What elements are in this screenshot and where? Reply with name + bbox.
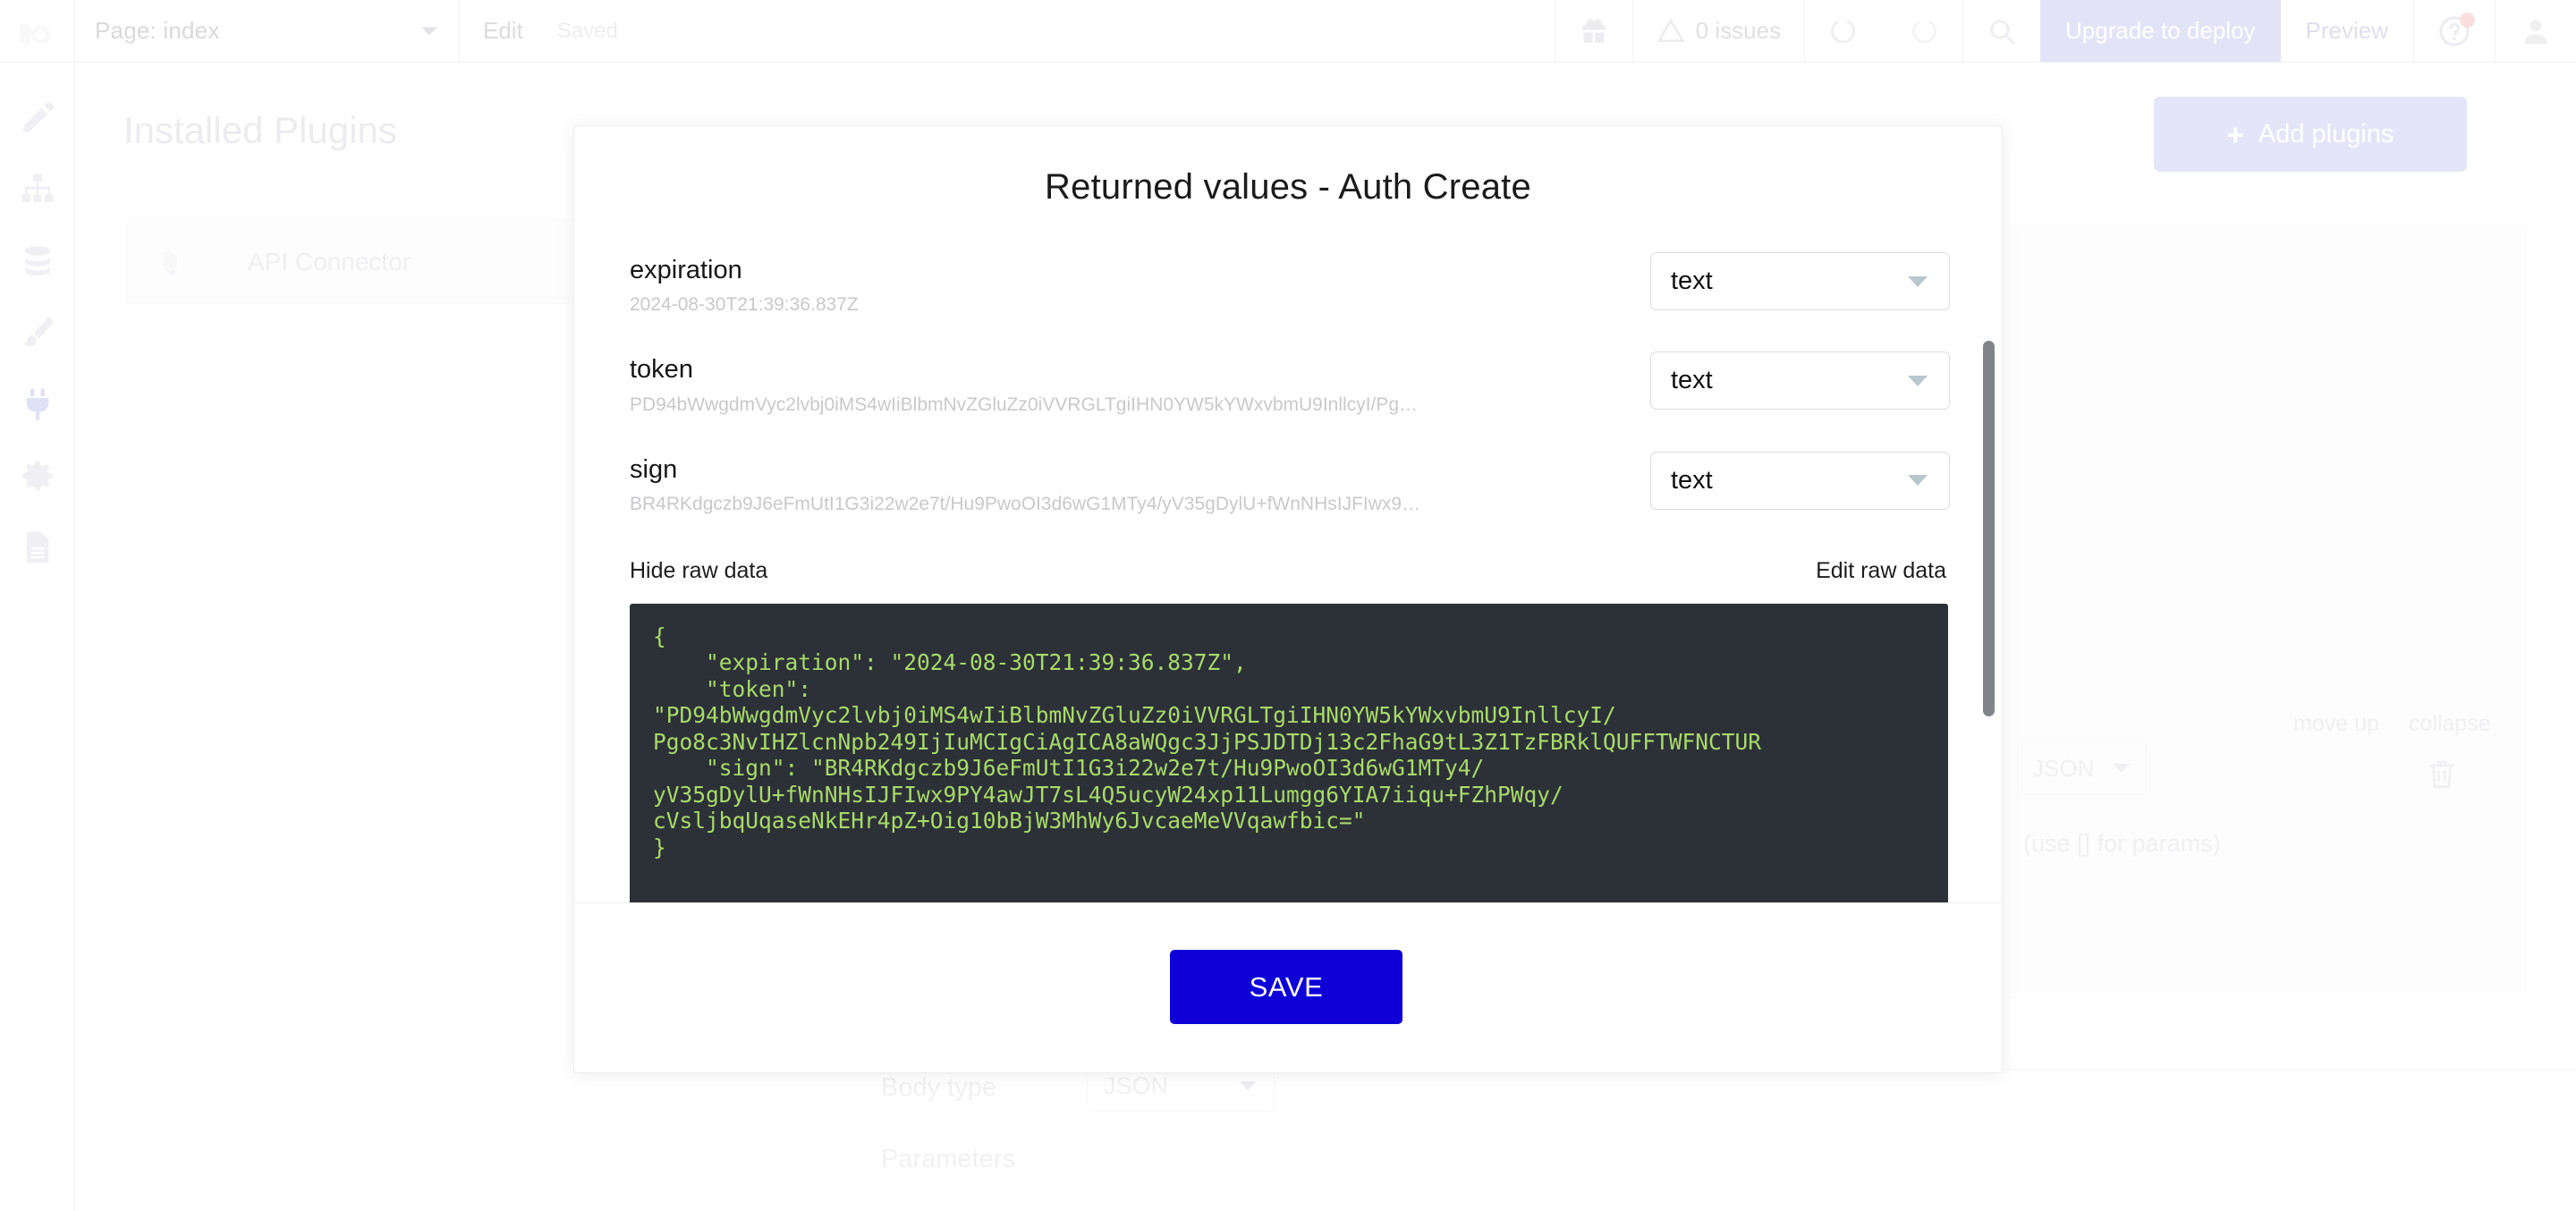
preview-label: Preview — [2305, 17, 2388, 44]
document-icon — [26, 531, 48, 563]
chevron-down-icon — [2114, 764, 2130, 773]
move-up-link[interactable]: move up — [2293, 711, 2379, 737]
returned-value-info: token PD94bWwgdmVyc2lvbj0iMS4wIiBlbmNvZG… — [630, 350, 1650, 415]
paintbrush-icon — [23, 318, 53, 347]
value-type-label: text — [1671, 267, 1713, 295]
plug-icon — [26, 388, 48, 420]
delete-call-button[interactable] — [2424, 756, 2460, 796]
sidebar-item-plugins[interactable] — [0, 368, 75, 440]
returned-value-row: expiration 2024-08-30T21:39:36.837Z text — [630, 250, 1970, 316]
api-call-panel — [2008, 224, 2527, 993]
redo-icon — [1912, 20, 1936, 43]
raw-data-actions: Hide raw data Edit raw data — [574, 549, 2002, 584]
top-bar: Page: index Edit Saved 0 issues Upgrade … — [0, 0, 2576, 63]
user-avatar[interactable] — [2495, 0, 2576, 62]
undo-button[interactable] — [1804, 0, 1884, 62]
bubble-logo-icon[interactable] — [0, 0, 75, 62]
returned-values-modal: Returned values - Auth Create expiration… — [573, 125, 2003, 1073]
sidebar-item-settings[interactable] — [0, 440, 75, 512]
returned-value-info: expiration 2024-08-30T21:39:36.837Z — [630, 250, 1650, 316]
modal-footer: SAVE Cancel — [574, 902, 2002, 1072]
edit-tab[interactable]: Edit — [460, 0, 541, 62]
chevron-down-icon — [1908, 275, 1928, 287]
saved-status: Saved — [541, 0, 634, 62]
returned-value-sample: BR4RKdgczb9J6eFmUtI1G3i22w2e7t/Hu9PwoOI3… — [630, 493, 1426, 514]
saved-status-label: Saved — [556, 18, 618, 43]
search-icon — [1990, 19, 2015, 44]
help-button[interactable] — [2413, 0, 2495, 62]
hierarchy-icon — [21, 174, 53, 202]
body-type-value: JSON — [1104, 1071, 1169, 1099]
hide-raw-data-link[interactable]: Hide raw data — [630, 558, 767, 584]
preview-button[interactable]: Preview — [2281, 0, 2413, 62]
value-type-label: text — [1671, 465, 1713, 495]
params-hint: (use [] for params) — [2023, 830, 2221, 857]
search-button[interactable] — [1962, 0, 2040, 62]
plus-icon: + — [2226, 117, 2244, 151]
modal-body: Returned values - Auth Create expiration… — [574, 126, 2002, 902]
database-icon — [24, 246, 50, 276]
edit-raw-data-link[interactable]: Edit raw data — [1816, 558, 1946, 584]
chevron-down-icon — [421, 27, 437, 35]
chevron-down-icon — [1240, 1081, 1256, 1090]
left-icon-rail — [0, 63, 75, 1211]
sidebar-item-styles[interactable] — [0, 297, 75, 368]
returned-value-row: token PD94bWwgdmVyc2lvbj0iMS4wIiBlbmNvZG… — [630, 350, 1970, 415]
undo-icon — [1831, 20, 1855, 43]
sidebar-item-workflow[interactable] — [0, 154, 75, 225]
sidebar-item-logs[interactable] — [0, 512, 75, 583]
parameters-label: Parameters — [881, 1145, 1015, 1173]
issues-label: 0 issues — [1695, 17, 1782, 44]
gift-button[interactable] — [1554, 0, 1632, 62]
modal-scrollbar[interactable] — [1983, 341, 1995, 716]
value-type-select[interactable]: text — [1650, 351, 1950, 411]
edit-tab-label: Edit — [483, 17, 523, 44]
returned-value-sample: 2024-08-30T21:39:36.837Z — [630, 294, 859, 316]
help-notification-dot — [2460, 13, 2475, 28]
raw-data-code-block: { "expiration": "2024-08-30T21:39:36.837… — [630, 603, 1948, 902]
value-type-label: text — [1671, 366, 1713, 395]
warning-triangle-icon — [1656, 17, 1685, 42]
page-title: Installed Plugins — [123, 109, 397, 151]
issues-button[interactable]: 0 issues — [1631, 0, 1804, 62]
redo-button[interactable] — [1884, 0, 1962, 62]
returned-values-list: expiration 2024-08-30T21:39:36.837Z text… — [574, 250, 2002, 515]
returned-value-info: sign BR4RKdgczb9J6eFmUtI1G3i22w2e7t/Hu9P… — [630, 450, 1650, 515]
body-type-label: Body type — [881, 1073, 996, 1102]
user-avatar-icon — [2524, 19, 2547, 44]
trash-icon — [2429, 760, 2454, 789]
add-plugins-button[interactable]: + Add plugins — [2154, 97, 2467, 172]
plugin-card-label: API Connector — [248, 247, 411, 275]
collapse-link[interactable]: collapse — [2409, 711, 2491, 737]
topbar-actions: 0 issues Upgrade to deploy Preview — [1554, 0, 2576, 62]
page-selector-label: Page: index — [95, 17, 220, 44]
modal-title: Returned values - Auth Create — [1045, 167, 1531, 207]
value-type-select[interactable]: text — [1650, 451, 1950, 510]
response-format-value: JSON — [2032, 754, 2095, 782]
returned-value-key: expiration — [630, 256, 742, 284]
add-plugins-label: Add plugins — [2258, 119, 2394, 148]
page-selector[interactable]: Page: index — [75, 0, 460, 62]
gear-icon — [22, 461, 52, 491]
upgrade-to-deploy-button[interactable]: Upgrade to deploy — [2040, 0, 2281, 62]
value-type-select[interactable]: text — [1650, 252, 1950, 310]
chevron-down-icon — [1908, 375, 1928, 386]
raw-data-text: { "expiration": "2024-08-30T21:39:36.837… — [653, 622, 1762, 860]
returned-value-sample: PD94bWwgdmVyc2lvbj0iMS4wIiBlbmNvZGluZz0i… — [630, 394, 1426, 415]
returned-value-row: sign BR4RKdgczb9J6eFmUtI1G3i22w2e7t/Hu9P… — [630, 450, 1970, 515]
returned-value-key: sign — [630, 454, 678, 484]
save-button[interactable]: SAVE — [1170, 950, 1402, 1024]
sidebar-item-design[interactable] — [0, 82, 75, 154]
upgrade-label: Upgrade to deploy — [2065, 17, 2256, 44]
chevron-down-icon — [1908, 475, 1928, 486]
sidebar-item-data[interactable] — [0, 225, 75, 297]
bubble-logo-icon — [157, 240, 203, 284]
response-format-select[interactable]: JSON — [2017, 742, 2147, 794]
returned-value-key: token — [630, 355, 693, 385]
pencil-ruler-icon — [22, 101, 54, 132]
gift-icon — [1581, 18, 1606, 43]
